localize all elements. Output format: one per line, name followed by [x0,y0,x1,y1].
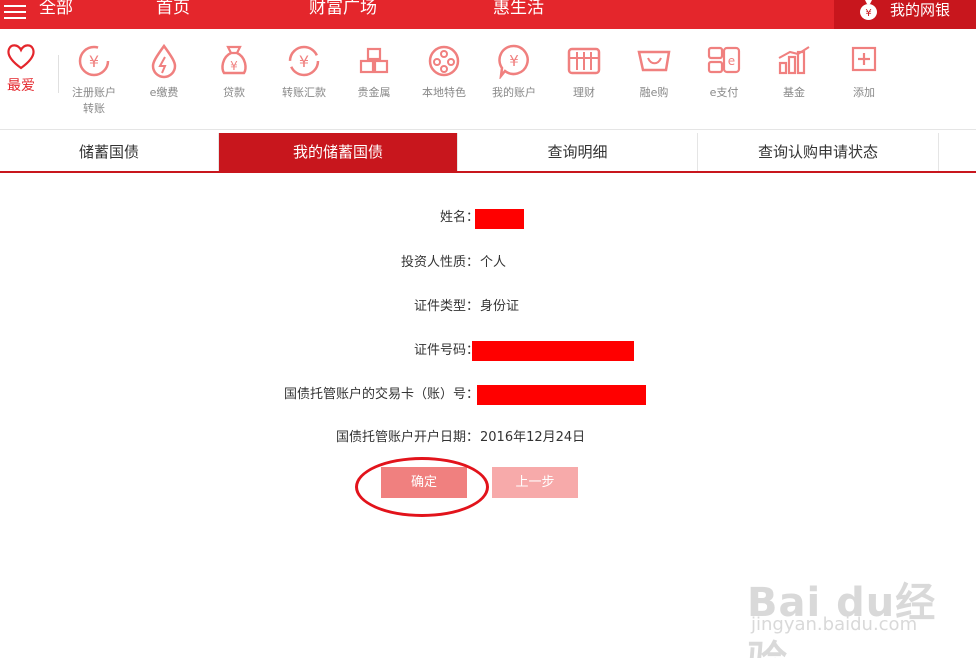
id-number-redaction [472,341,634,361]
register-transfer-icon: ¥ [78,45,110,77]
transfer-icon: ¥ [288,45,320,77]
nav-benefit-life[interactable]: 惠生活 [493,0,544,19]
svg-text:¥: ¥ [89,52,99,71]
tool-label: 理财 [573,86,595,99]
investor-type-label: 投资人性质： [400,255,479,270]
tool-label: 贵金属 [357,86,391,99]
tool-precious-metal[interactable]: 贵金属 [339,43,409,101]
svg-text:¥: ¥ [230,59,238,73]
tool-label: 本地特色 [422,86,466,99]
id-number-row: 证件号码： [0,341,976,361]
local-feature-icon [428,45,460,77]
my-online-bank-button[interactable]: ¥ 我的网银 [834,0,976,29]
id-type-label: 证件类型： [413,299,479,314]
quick-function-toolbar: 最爱 ¥ 注册账户 转账 e缴费 ¥ 贷款 ¥ 转账汇款 贵金属 本地特色 ¥ … [0,29,976,130]
nav-all[interactable]: 全部 [39,0,73,19]
svg-text:¥: ¥ [865,8,871,19]
baidu-jingyan-watermark: Bai du经验 jingyan.baidu.com [745,570,970,658]
tool-label: e缴费 [149,86,179,99]
investor-type-value: 个人 [480,255,507,270]
tool-label: 注册账户 转账 [72,86,116,115]
nav-wealth-square[interactable]: 财富广场 [309,0,377,19]
tool-label: 基金 [783,86,805,99]
trading-card-redaction [477,385,646,405]
e-payment-icon [151,43,177,79]
abacus-icon [567,47,601,75]
shopping-icon [637,50,671,72]
favorites-label: 最爱 [7,78,35,94]
my-online-bank-label: 我的网银 [890,1,951,19]
tool-wealth-management[interactable]: 理财 [549,43,619,101]
svg-text:¥: ¥ [509,52,519,70]
tool-label: e支付 [709,86,739,99]
tool-label: 贷款 [223,86,245,99]
tab-my-savings-bonds[interactable]: 我的储蓄国债 [219,133,458,171]
name-redaction [475,209,524,229]
tool-fund[interactable]: 基金 [759,43,829,101]
precious-metal-icon [359,47,389,74]
tab-query-subscription-status[interactable]: 查询认购申请状态 [698,133,939,171]
tool-transfer[interactable]: ¥ 转账汇款 [269,43,339,101]
tab-savings-bonds[interactable]: 储蓄国债 [0,133,219,171]
heart-icon [7,44,35,70]
tool-e-payment[interactable]: e缴费 [129,43,199,101]
loan-icon: ¥ [221,45,247,75]
trading-card-label: 国债托管账户的交易卡（账）号： [283,387,479,402]
open-date-label: 国债托管账户开户日期： [335,430,479,445]
tool-register-transfer[interactable]: ¥ 注册账户 转账 [59,43,129,117]
id-number-label: 证件号码： [413,343,479,358]
previous-step-button[interactable]: 上一步 [492,467,578,498]
tool-e-pay[interactable]: e e支付 [689,43,759,101]
tool-label: 我的账户 [492,86,536,99]
nav-home[interactable]: 首页 [156,0,190,19]
open-date-value: 2016年12月24日 [480,430,586,445]
trading-card-row: 国债托管账户的交易卡（账）号： [0,385,976,405]
tool-local-feature[interactable]: 本地特色 [409,43,479,101]
open-date-row: 国债托管账户开户日期： 2016年12月24日 [0,428,976,448]
top-nav-bar: 全部 首页 财富广场 惠生活 ¥ 我的网银 [0,0,976,29]
e-pay-card-icon: e [707,46,741,74]
svg-text:e: e [728,54,735,68]
hamburger-menu-icon[interactable] [4,1,26,19]
tool-label: 融e购 [639,86,669,99]
tab-query-details[interactable]: 查询明细 [458,133,698,171]
id-type-value: 身份证 [480,299,520,314]
tool-my-account[interactable]: ¥ 我的账户 [479,43,549,101]
my-account-icon: ¥ [498,44,529,79]
money-bag-icon: ¥ [860,0,877,20]
favorites-button[interactable]: 最爱 [0,41,42,95]
tool-label: 转账汇款 [282,86,326,99]
name-label: 姓名： [439,210,479,225]
svg-text:¥: ¥ [299,52,309,71]
tool-loan[interactable]: ¥ 贷款 [199,43,269,101]
bar-chart-icon [778,46,810,75]
watermark-url: jingyan.baidu.com [751,614,918,635]
tool-label: 添加 [853,86,875,99]
bond-tabs: 储蓄国债 我的储蓄国债 查询明细 查询认购申请状态 [0,133,976,173]
investor-type-row: 投资人性质： 个人 [0,253,976,273]
name-row: 姓名： [0,208,976,229]
id-type-row: 证件类型： 身份证 [0,297,976,317]
tool-add[interactable]: 添加 [829,43,899,101]
add-icon [851,46,877,72]
highlight-circle [355,457,489,517]
tool-e-shop[interactable]: 融e购 [619,43,689,101]
